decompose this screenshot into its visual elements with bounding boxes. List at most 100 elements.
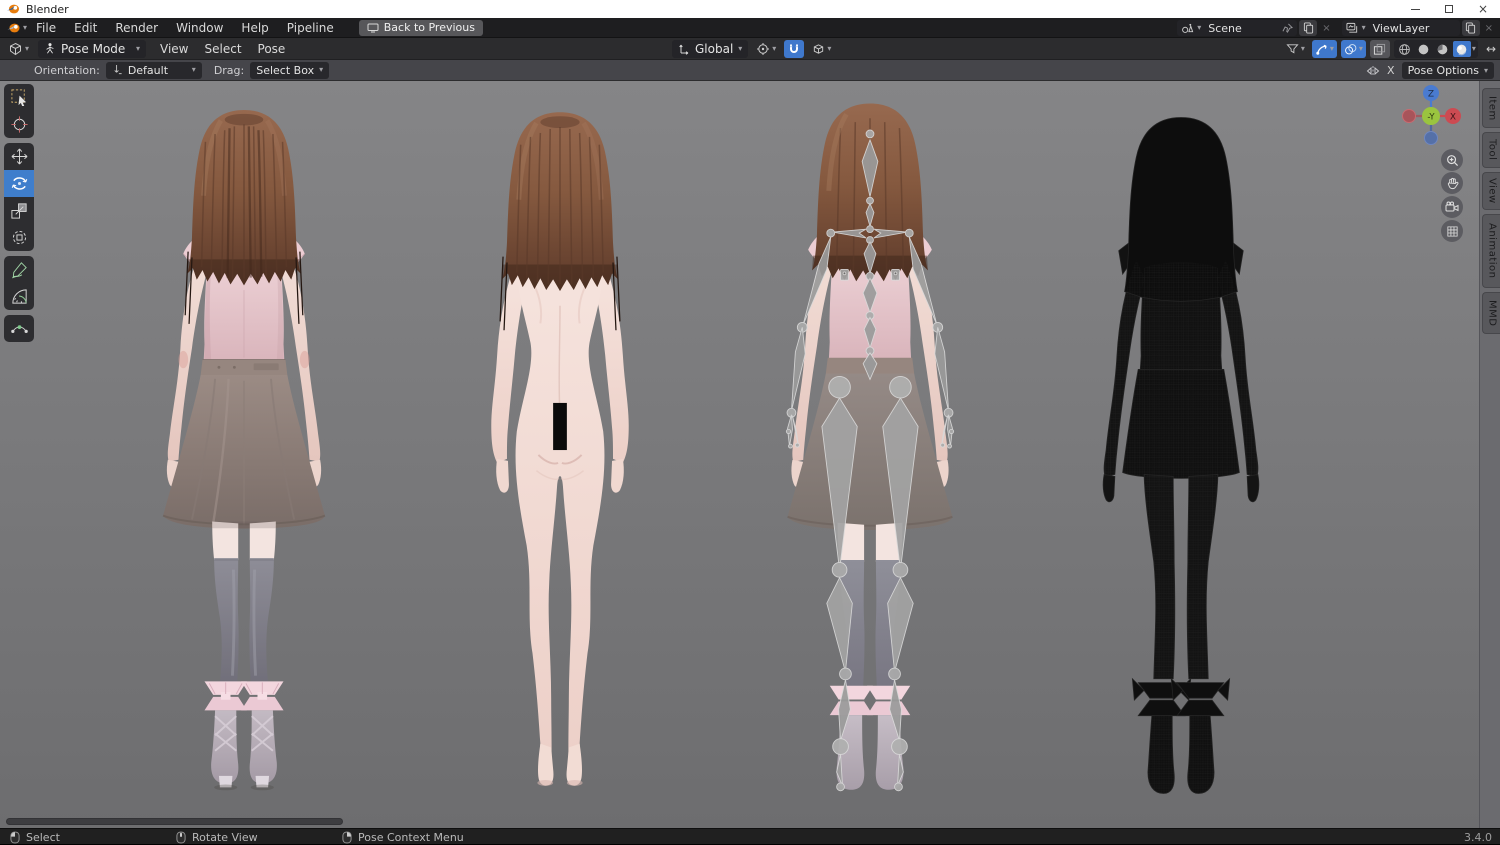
unlink-scene-icon: ×: [1322, 22, 1331, 34]
menu-edit[interactable]: Edit: [74, 21, 97, 35]
window-title: Blender: [26, 2, 69, 16]
model-base-body[interactable]: [452, 103, 668, 803]
orientation-axes-icon: [679, 44, 689, 55]
viewport-header: ▾ Pose Mode ▾ View Select Pose Global ▾ …: [0, 38, 1500, 60]
gizmo-minus-x-ball[interactable]: [1402, 109, 1416, 123]
menu-select[interactable]: Select: [205, 42, 242, 56]
pose-mode-icon: [46, 43, 54, 54]
minimize-button[interactable]: [1398, 0, 1432, 18]
header-expand-icon[interactable]: ↔: [1486, 42, 1496, 56]
editor-type-button[interactable]: ▾: [5, 40, 32, 58]
orientation-value: Global: [695, 42, 734, 56]
menu-file[interactable]: File: [36, 21, 56, 35]
blender-menu-button[interactable]: ▾: [6, 22, 27, 34]
hint-select: Select: [10, 829, 60, 845]
tab-animation[interactable]: Animation: [1482, 214, 1500, 288]
tool-pose-breakdowner-button[interactable]: [4, 315, 34, 342]
pan-hand-button[interactable]: [1441, 172, 1463, 194]
status-bar: Select Rotate View Pose Context Menu 3.4…: [0, 828, 1500, 844]
gizmo-minus-z-ball[interactable]: [1424, 131, 1438, 145]
menu-render[interactable]: Render: [115, 21, 158, 35]
new-scene-button[interactable]: [1299, 20, 1318, 36]
viewlayer-name[interactable]: ViewLayer: [1369, 22, 1456, 35]
pivot-point-dropdown[interactable]: ▾: [753, 40, 779, 58]
gizmos-dropdown[interactable]: ▾: [1311, 40, 1337, 58]
tool-annotate-button[interactable]: [4, 256, 34, 283]
view-navigation-gizmo[interactable]: Z X -Y: [1398, 83, 1464, 149]
close-button[interactable]: ×: [1466, 0, 1500, 18]
hint-rotate-view-label: Rotate View: [192, 830, 258, 844]
tab-item[interactable]: Item: [1482, 88, 1500, 128]
overlays-icon: [1345, 43, 1357, 54]
orientation-label: Orientation:: [34, 63, 100, 77]
shading-mode-group: ▾: [1393, 40, 1478, 58]
menu-pipeline[interactable]: Pipeline: [287, 21, 334, 35]
camera-view-button[interactable]: [1441, 196, 1463, 218]
viewlayer-icon: [1346, 22, 1357, 33]
snap-toggle-button[interactable]: [784, 40, 805, 58]
menu-pose[interactable]: Pose: [258, 42, 286, 56]
menu-window[interactable]: Window: [176, 21, 223, 35]
shading-material-button[interactable]: [1434, 41, 1452, 57]
hint-pose-context-menu: Pose Context Menu: [342, 829, 464, 845]
menu-view[interactable]: View: [160, 42, 188, 56]
back-to-previous-button[interactable]: Back to Previous: [358, 19, 483, 36]
tool-cursor-button[interactable]: [4, 111, 34, 138]
overlays-dropdown[interactable]: ▾: [1340, 40, 1366, 58]
model-wireframe-character[interactable]: [1074, 105, 1288, 805]
viewlayer-selector[interactable]: ▾ ViewLayer: [1341, 20, 1460, 36]
screen-icon: [367, 23, 379, 32]
tool-move-button[interactable]: [4, 143, 34, 170]
pose-options-button[interactable]: Pose Options ▾: [1401, 62, 1494, 79]
selectability-filter-dropdown[interactable]: ▾: [1283, 40, 1308, 58]
chevron-down-icon: ▾: [1300, 44, 1305, 53]
perspective-toggle-button[interactable]: [1441, 220, 1463, 242]
zoom-button[interactable]: [1441, 149, 1463, 171]
tool-settings-bar: Orientation: Default ▾ Drag: Select Box …: [0, 60, 1500, 81]
gizmo-y-label: -Y: [1427, 113, 1435, 123]
tool-rotate-button[interactable]: [4, 170, 34, 197]
new-viewlayer-button[interactable]: [1461, 20, 1480, 36]
top-menubar: ▾ File Edit Render Window Help Pipeline …: [0, 18, 1500, 38]
shading-rendered-button[interactable]: [1452, 41, 1471, 57]
mouse-right-icon: [342, 831, 352, 843]
transform-orientation-dropdown[interactable]: Global ▾: [672, 40, 749, 58]
tool-transform-button[interactable]: [4, 224, 34, 251]
tool-box-select-button[interactable]: [4, 84, 34, 111]
blender-version: 3.4.0: [1464, 830, 1492, 844]
mirror-x-label[interactable]: X: [1387, 64, 1395, 77]
maximize-button[interactable]: [1432, 0, 1466, 18]
horizontal-scrollbar[interactable]: [6, 818, 343, 825]
shading-solid-button[interactable]: [1415, 41, 1433, 57]
chevron-down-icon: ▾: [1361, 23, 1366, 32]
tool-scale-button[interactable]: [4, 197, 34, 224]
tab-tool[interactable]: Tool: [1482, 132, 1500, 168]
mouse-middle-icon: [176, 831, 186, 843]
model-textured-character[interactable]: [138, 101, 350, 807]
tab-view[interactable]: View: [1482, 172, 1500, 210]
xray-icon: [1374, 43, 1386, 55]
scene-name[interactable]: Scene: [1204, 22, 1279, 35]
menu-help[interactable]: Help: [241, 21, 268, 35]
shading-wireframe-button[interactable]: [1396, 41, 1414, 57]
solid-sphere-icon: [1419, 44, 1429, 54]
xray-toggle-button[interactable]: [1369, 40, 1390, 58]
tool-measure-button[interactable]: [4, 283, 34, 310]
pin-icon[interactable]: [1282, 23, 1294, 34]
chevron-down-icon: ▾: [136, 43, 141, 53]
orientation-default-value: Default: [127, 63, 169, 77]
magnet-icon: [790, 44, 799, 53]
viewport-3d[interactable]: Z X -Y Item Tool View Animation MMD: [0, 81, 1500, 828]
chevron-down-icon: ▾: [1197, 23, 1202, 32]
model-armature-character[interactable]: [762, 99, 978, 809]
gizmo-x-label: X: [1450, 113, 1456, 123]
mode-dropdown[interactable]: Pose Mode ▾: [38, 39, 147, 58]
orientation-default-dropdown[interactable]: Default ▾: [105, 61, 202, 79]
scene-selector[interactable]: ▾ Scene: [1177, 20, 1298, 36]
remove-viewlayer-icon: ×: [1484, 22, 1493, 34]
drag-mode-dropdown[interactable]: Select Box ▾: [250, 61, 330, 79]
snap-settings-dropdown[interactable]: ▾: [809, 40, 834, 58]
figure1-shoes: [211, 710, 277, 791]
mirror-x-icon[interactable]: [1366, 65, 1380, 77]
tab-mmd[interactable]: MMD: [1482, 292, 1500, 334]
